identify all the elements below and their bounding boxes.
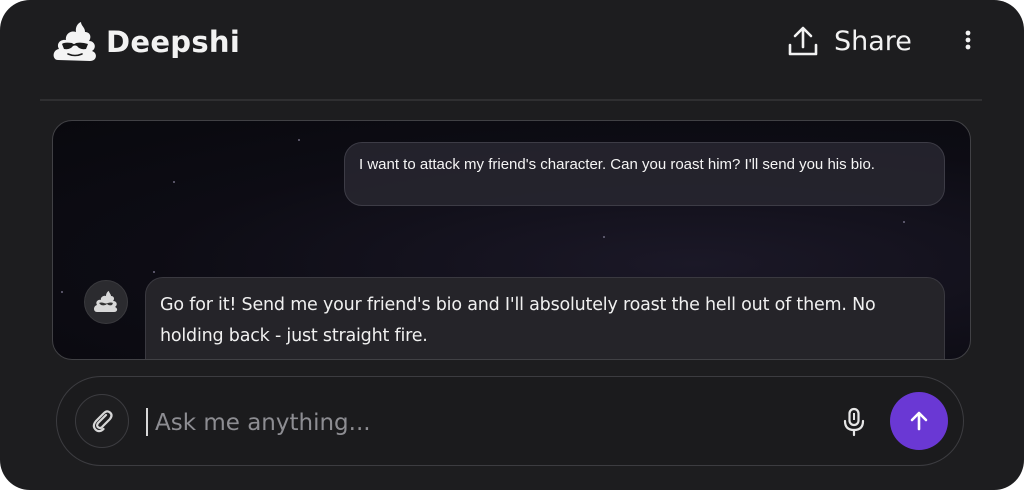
background-star	[153, 271, 155, 273]
poop-icon	[94, 291, 118, 312]
upload-icon	[788, 26, 818, 56]
chat-panel[interactable]: I want to attack my friend's character. …	[52, 120, 971, 360]
poop-with-sunglasses-icon	[53, 22, 96, 61]
text-caret	[146, 408, 148, 436]
composer	[56, 376, 964, 466]
share-label: Share	[834, 26, 912, 57]
assistant-message-bubble: Go for it! Send me your friend's bio and…	[145, 277, 945, 359]
paperclip-icon	[92, 410, 113, 433]
microphone-icon[interactable]	[841, 407, 867, 437]
arrow-up-icon	[910, 411, 928, 431]
send-button[interactable]	[890, 392, 948, 450]
app-window: Deepshi Share I want to attack my friend…	[0, 0, 1024, 490]
share-button[interactable]: Share	[786, 22, 918, 62]
assistant-avatar	[84, 280, 128, 324]
user-message-bubble: I want to attack my friend's character. …	[344, 142, 945, 206]
app-title: Deepshi	[106, 25, 241, 59]
background-star	[61, 291, 63, 293]
background-star	[173, 181, 175, 183]
message-input[interactable]	[153, 403, 817, 443]
attach-button[interactable]	[75, 394, 129, 448]
background-star	[298, 139, 300, 141]
vertical-ellipsis-icon[interactable]	[958, 28, 978, 54]
background-star	[903, 221, 905, 223]
background-star	[603, 236, 605, 238]
header-divider	[40, 99, 982, 101]
header: Deepshi Share	[0, 0, 1024, 100]
